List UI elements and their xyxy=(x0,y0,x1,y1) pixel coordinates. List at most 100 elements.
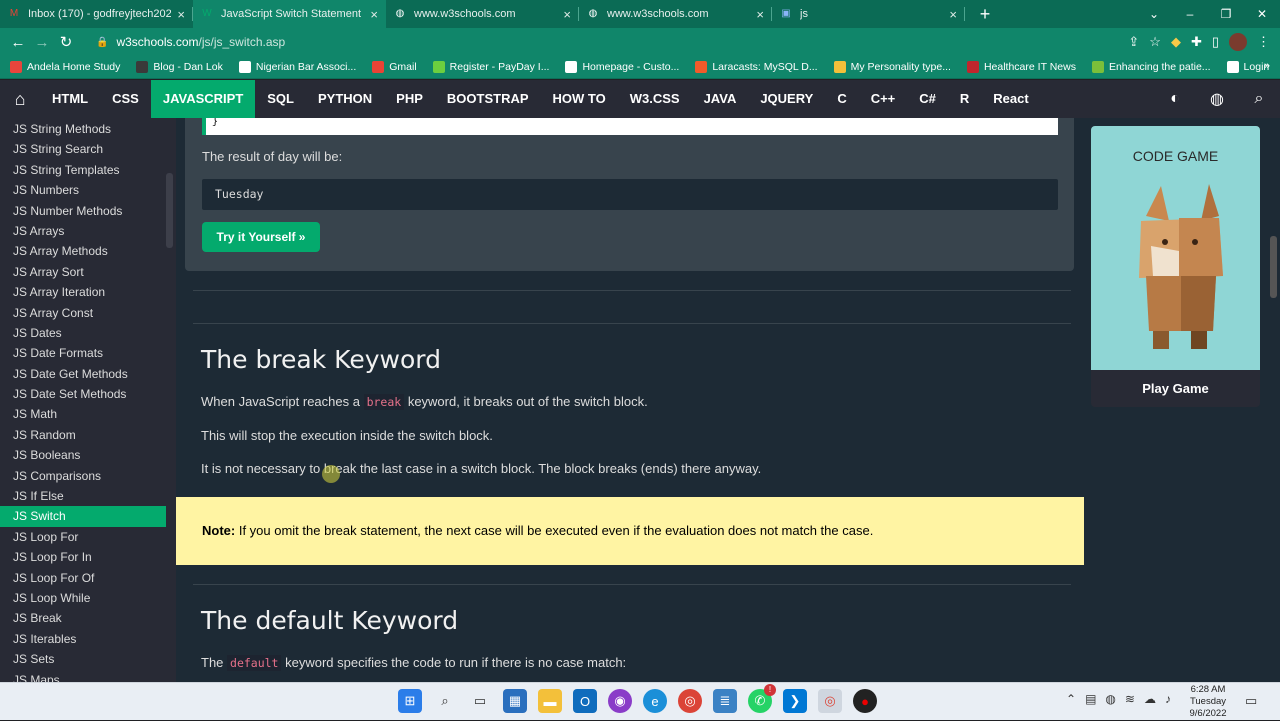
sidebar-item[interactable]: JS Random xyxy=(0,425,166,445)
sidebar-item[interactable]: JS Math xyxy=(0,404,166,424)
sidebar-item[interactable]: JS Date Get Methods xyxy=(0,364,166,384)
nav-item-c-[interactable]: C# xyxy=(907,80,948,118)
browser-tab[interactable]: W JavaScript Switch Statement × xyxy=(193,0,386,28)
task-view-icon[interactable]: ▭ xyxy=(468,689,492,713)
profile-avatar[interactable] xyxy=(1229,33,1247,51)
close-tab-icon[interactable]: × xyxy=(563,7,571,22)
page-scrollbar[interactable] xyxy=(1267,118,1280,682)
sidebar-item[interactable]: JS Booleans xyxy=(0,445,166,465)
menu-icon[interactable]: ⋮ xyxy=(1257,34,1270,50)
try-it-yourself-button[interactable]: Try it Yourself » xyxy=(202,222,320,252)
contrast-icon[interactable]: ◐ xyxy=(1154,90,1196,108)
sidebar-item[interactable]: JS Numbers xyxy=(0,180,166,200)
vscode-icon[interactable]: ❯ xyxy=(783,689,807,713)
forward-icon[interactable]: → xyxy=(30,34,54,51)
system-clock[interactable]: 6:28 AM Tuesday 9/6/2022 xyxy=(1184,683,1232,721)
browser-tab[interactable]: ▣ js × xyxy=(772,0,965,28)
extensions-puzzle-icon[interactable]: ✚ xyxy=(1191,34,1202,50)
page-scrollbar-thumb[interactable] xyxy=(1270,236,1277,298)
nav-item-r[interactable]: R xyxy=(948,80,981,118)
browser-tab[interactable]: ◍ www.w3schools.com × xyxy=(386,0,579,28)
sidebar-item[interactable]: JS If Else xyxy=(0,486,166,506)
new-tab-button[interactable]: + xyxy=(975,4,995,25)
close-tab-icon[interactable]: × xyxy=(756,7,764,22)
start-icon[interactable]: ⊞ xyxy=(398,689,422,713)
nav-item-python[interactable]: PYTHON xyxy=(306,80,384,118)
nav-item-css[interactable]: CSS xyxy=(100,80,151,118)
nav-item-c[interactable]: C xyxy=(825,80,858,118)
bookmark-item[interactable]: Register - PayDay I... xyxy=(432,61,549,73)
sidebar-item[interactable]: JS String Templates xyxy=(0,160,166,180)
sidebar-item[interactable]: JS Loop For In xyxy=(0,547,166,567)
more-bookmarks-icon[interactable]: » xyxy=(1264,60,1270,72)
code-game-card[interactable]: CODE GAME Play Game xyxy=(1091,126,1260,407)
outlook-icon[interactable]: O xyxy=(573,689,597,713)
bookmark-item[interactable]: Gmail xyxy=(372,61,417,73)
chevron-up-icon[interactable]: ⌃ xyxy=(1066,692,1076,706)
sidebar-item[interactable]: JS Array Const xyxy=(0,303,166,323)
nav-item-html[interactable]: HTML xyxy=(40,80,100,118)
bookmark-item[interactable]: My Personality type... xyxy=(833,61,951,73)
close-tab-icon[interactable]: × xyxy=(177,7,185,22)
restore-icon[interactable]: ❐ xyxy=(1208,7,1244,21)
whatsapp-icon[interactable]: ✆! xyxy=(748,684,776,713)
nav-item-bootstrap[interactable]: BOOTSTRAP xyxy=(435,80,541,118)
tray-app-icon[interactable]: ▤ xyxy=(1085,692,1096,706)
bookmark-item[interactable]: Enhancing the patie... xyxy=(1091,61,1211,73)
sidebar-item[interactable]: JS Arrays xyxy=(0,221,166,241)
sidebar-scrollbar[interactable] xyxy=(166,173,173,248)
back-icon[interactable]: ← xyxy=(6,34,30,51)
bookmark-item[interactable]: Healthcare IT News xyxy=(966,61,1076,73)
close-tab-icon[interactable]: × xyxy=(370,7,378,22)
sidebar-item[interactable]: JS String Search xyxy=(0,139,166,159)
bookmark-star-icon[interactable]: ☆ xyxy=(1149,34,1161,50)
sidebar-item[interactable]: JS Break xyxy=(0,608,166,628)
extension-color-icon[interactable]: ◆ xyxy=(1171,34,1181,50)
widgets-icon[interactable]: ▦ xyxy=(503,689,527,713)
nav-item-javascript[interactable]: JAVASCRIPT xyxy=(150,80,256,118)
sidebar-item[interactable]: JS Date Formats xyxy=(0,343,166,363)
sidebar-item[interactable]: JS String Methods xyxy=(0,119,166,139)
search-icon[interactable]: ⌕ xyxy=(1238,90,1280,108)
cloud-icon[interactable]: ☁ xyxy=(1144,692,1156,706)
chrome-profile-icon[interactable]: ◎ xyxy=(818,689,842,713)
nav-item-java[interactable]: JAVA xyxy=(692,80,749,118)
minimize-icon[interactable]: – xyxy=(1172,7,1208,21)
nav-item-how-to[interactable]: HOW TO xyxy=(541,80,618,118)
side-panel-icon[interactable]: ▯ xyxy=(1212,34,1219,50)
notification-center-icon[interactable]: ▭ xyxy=(1245,693,1257,709)
close-window-icon[interactable]: ✕ xyxy=(1244,7,1280,21)
address-bar[interactable]: 🔒 w3schools.com/js/js_switch.asp xyxy=(86,31,1120,53)
nav-item-react[interactable]: React xyxy=(981,80,1040,118)
bookmark-item[interactable]: Andela Home Study xyxy=(10,61,120,73)
nav-item-c-[interactable]: C++ xyxy=(859,80,908,118)
browser-tab[interactable]: M Inbox (170) - godfreyjtech2020@ × xyxy=(0,0,193,28)
sidebar-item[interactable]: JS Array Methods xyxy=(0,241,166,261)
sidebar-item[interactable]: JS Date Set Methods xyxy=(0,384,166,404)
play-game-button[interactable]: Play Game xyxy=(1091,370,1260,407)
sidebar-item[interactable]: JS Loop For xyxy=(0,527,166,547)
sidebar-item[interactable]: JS Loop For Of xyxy=(0,568,166,588)
bookmark-item[interactable]: Nigerian Bar Associ... xyxy=(238,61,356,73)
browser-tab[interactable]: ◍ www.w3schools.com × xyxy=(579,0,772,28)
lock-icon[interactable]: 🔒 xyxy=(96,37,108,48)
wifi-icon[interactable]: ≋ xyxy=(1125,692,1135,706)
notepad-icon[interactable]: ≣ xyxy=(713,689,737,713)
sidebar-item[interactable]: JS Sets xyxy=(0,649,166,669)
chrome-icon[interactable]: ◎ xyxy=(678,689,702,713)
bookmark-item[interactable]: Laracasts: MySQL D... xyxy=(695,61,818,73)
record-icon[interactable]: ● xyxy=(853,689,877,713)
bookmark-item[interactable]: Login xyxy=(1226,61,1269,73)
sidebar-item[interactable]: JS Number Methods xyxy=(0,201,166,221)
podcast-icon[interactable]: ◉ xyxy=(608,689,632,713)
tab-search-icon[interactable]: ⌄ xyxy=(1136,7,1172,21)
sidebar-item[interactable]: JS Dates xyxy=(0,323,166,343)
nav-item-w3-css[interactable]: W3.CSS xyxy=(618,80,692,118)
bookmark-item[interactable]: Homepage - Custo... xyxy=(565,61,679,73)
sidebar-item[interactable]: JS Loop While xyxy=(0,588,166,608)
nav-item-sql[interactable]: SQL xyxy=(255,80,306,118)
sidebar-item[interactable]: JS Maps xyxy=(0,670,166,682)
search-icon[interactable]: ⌕ xyxy=(433,689,457,713)
sidebar-item[interactable]: JS Switch xyxy=(0,506,166,527)
nav-item-php[interactable]: PHP xyxy=(384,80,435,118)
